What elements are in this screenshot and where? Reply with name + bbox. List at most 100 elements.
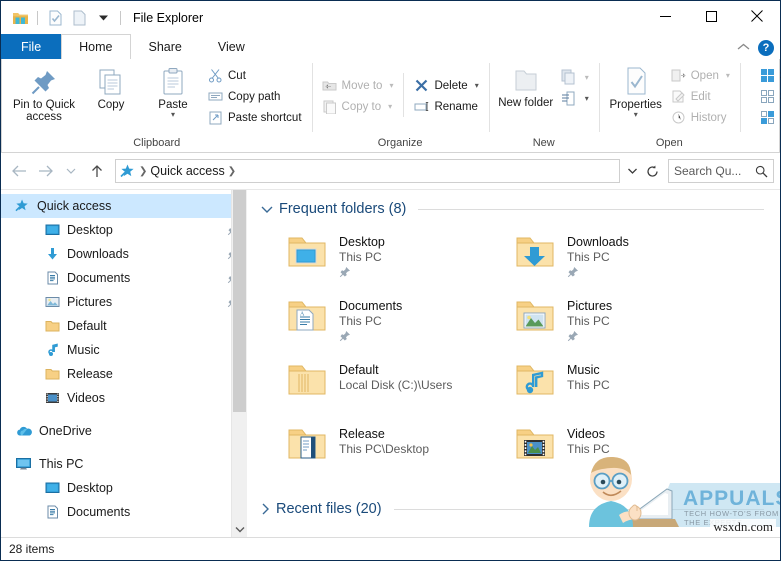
tile-release[interactable]: Release This PC\Desktop	[261, 420, 489, 484]
sidebar-item-label: Desktop	[67, 223, 113, 237]
chevron-down-icon[interactable]	[261, 205, 273, 214]
maximize-button[interactable]	[688, 1, 734, 31]
edit-button[interactable]: Edit	[667, 86, 734, 107]
chevron-right-icon[interactable]	[261, 503, 270, 515]
copy-to-button[interactable]: Copy to ▾	[318, 96, 398, 117]
sidebar-item-label: Documents	[67, 271, 131, 285]
new-item-caret-icon[interactable]: ▾	[585, 73, 589, 82]
pin-to-quick-access-button[interactable]: Pin to Quick access	[8, 63, 80, 126]
sidebar-item-default[interactable]: Default	[1, 314, 247, 338]
sidebar-item-onedrive[interactable]: OneDrive	[1, 419, 247, 443]
paste-shortcut-button[interactable]: Paste shortcut	[204, 107, 306, 128]
breadcrumb-quick-access[interactable]: Quick access	[150, 164, 224, 178]
minimize-button[interactable]	[642, 1, 688, 31]
select-none-button[interactable]: Select none	[756, 86, 781, 107]
properties-button[interactable]: Properties ▾	[605, 63, 667, 121]
pin-icon[interactable]	[567, 330, 612, 342]
close-button[interactable]	[734, 1, 780, 31]
tab-view[interactable]: View	[200, 34, 263, 59]
rename-button[interactable]: Rename	[410, 96, 482, 117]
paste-caret-icon[interactable]: ▾	[171, 111, 175, 119]
navigation-scrollbar[interactable]	[231, 190, 247, 537]
tile-downloads[interactable]: Downloads This PC	[489, 228, 717, 292]
open-button[interactable]: Open ▾	[667, 65, 734, 86]
sidebar-item-this-pc-documents[interactable]: Documents	[1, 500, 247, 524]
copy-to-caret-icon[interactable]: ▾	[388, 102, 392, 111]
pictures-icon	[45, 295, 60, 309]
properties-icon	[621, 66, 651, 98]
sidebar-item-label: OneDrive	[39, 424, 92, 438]
sidebar-item-downloads[interactable]: Downloads	[1, 242, 247, 266]
customize-dropdown-icon[interactable]	[92, 7, 114, 29]
folder-default-icon	[287, 360, 329, 400]
move-to-caret-icon[interactable]: ▾	[389, 81, 393, 90]
previous-locations-button[interactable]	[622, 160, 642, 182]
select-all-button[interactable]: Select all	[756, 65, 781, 86]
pin-icon[interactable]	[339, 266, 385, 278]
section-recent-files[interactable]: Recent files (20)	[261, 496, 780, 522]
sidebar-item-this-pc-desktop[interactable]: Desktop	[1, 476, 247, 500]
onedrive-icon	[15, 424, 32, 438]
tile-pictures[interactable]: Pictures This PC	[489, 292, 717, 356]
forward-button[interactable]	[33, 159, 57, 183]
recent-locations-button[interactable]	[59, 159, 83, 183]
help-button[interactable]: ?	[758, 40, 774, 56]
copy-path-button[interactable]: Copy path	[204, 86, 306, 107]
delete-button[interactable]: Delete ▾	[410, 75, 482, 96]
tile-documents[interactable]: A Documents This PC	[261, 292, 489, 356]
tile-music[interactable]: Music This PC	[489, 356, 717, 420]
new-folder-icon[interactable]	[68, 7, 90, 29]
tab-share[interactable]: Share	[131, 34, 200, 59]
refresh-button[interactable]	[642, 160, 662, 182]
file-explorer-window: File Explorer File Home Share View ? Pin…	[0, 0, 781, 561]
scrollbar-thumb[interactable]	[233, 190, 246, 412]
ribbon-group-clipboard: Pin to Quick access Copy Paste ▾ Cut Cop…	[2, 59, 312, 152]
sidebar-item-quick-access[interactable]: Quick access	[1, 194, 247, 218]
pin-icon[interactable]	[567, 266, 629, 278]
open-caret-icon[interactable]: ▾	[726, 71, 730, 80]
new-item-button[interactable]: ▾	[557, 67, 593, 88]
folder-properties-icon[interactable]	[44, 7, 66, 29]
cut-button[interactable]: Cut	[204, 65, 306, 86]
explorer-app-icon[interactable]	[9, 7, 31, 29]
tab-file[interactable]: File	[1, 34, 62, 59]
collapse-ribbon-button[interactable]	[737, 41, 750, 55]
easy-access-button[interactable]: ▾	[557, 88, 593, 109]
delete-caret-icon[interactable]: ▾	[475, 81, 479, 90]
breadcrumb-separator-2[interactable]: ❯	[228, 166, 236, 177]
invert-selection-button[interactable]: Invert selection	[756, 107, 781, 128]
history-button[interactable]: History	[667, 107, 734, 128]
section-frequent-folders[interactable]: Frequent folders (8)	[261, 196, 780, 222]
new-group-title: New	[532, 137, 555, 149]
sidebar-item-videos[interactable]: Videos	[1, 386, 247, 410]
search-placeholder: Search Qu...	[674, 164, 742, 178]
file-list-pane[interactable]: Frequent folders (8) Desktop This PC Dow…	[247, 190, 780, 537]
tab-home[interactable]: Home	[61, 34, 131, 59]
tile-text: Music This PC	[567, 360, 610, 393]
sidebar-item-documents[interactable]: Documents	[1, 266, 247, 290]
breadcrumb[interactable]: ❯ Quick access ❯	[115, 159, 620, 183]
back-button[interactable]	[7, 159, 31, 183]
sidebar-item-desktop[interactable]: Desktop	[1, 218, 247, 242]
tile-default[interactable]: Default Local Disk (C:)\Users	[261, 356, 489, 420]
up-button[interactable]	[85, 159, 109, 183]
easy-access-caret-icon[interactable]: ▾	[585, 94, 589, 103]
select-none-icon	[760, 89, 775, 104]
sidebar-item-this-pc[interactable]: This PC	[1, 452, 247, 476]
copy-button[interactable]: Copy	[80, 63, 142, 114]
pin-icon[interactable]	[339, 330, 402, 342]
search-input[interactable]: Search Qu...	[668, 159, 774, 183]
properties-caret-icon[interactable]: ▾	[634, 111, 638, 119]
new-folder-button[interactable]: New folder	[495, 63, 557, 112]
sidebar-item-pictures[interactable]: Pictures	[1, 290, 247, 314]
move-to-button[interactable]: Move to ▾	[318, 75, 398, 96]
title-bar: File Explorer	[1, 1, 780, 34]
tile-videos[interactable]: Videos This PC	[489, 420, 717, 484]
scroll-down-arrow-icon[interactable]	[232, 521, 247, 537]
paste-button[interactable]: Paste ▾	[142, 63, 204, 121]
frequent-folders-grid: Desktop This PC Downloads This PC A Docu…	[261, 222, 780, 484]
sidebar-item-music[interactable]: Music	[1, 338, 247, 362]
tile-desktop[interactable]: Desktop This PC	[261, 228, 489, 292]
sidebar-item-release[interactable]: Release	[1, 362, 247, 386]
copy-path-label: Copy path	[228, 90, 281, 103]
